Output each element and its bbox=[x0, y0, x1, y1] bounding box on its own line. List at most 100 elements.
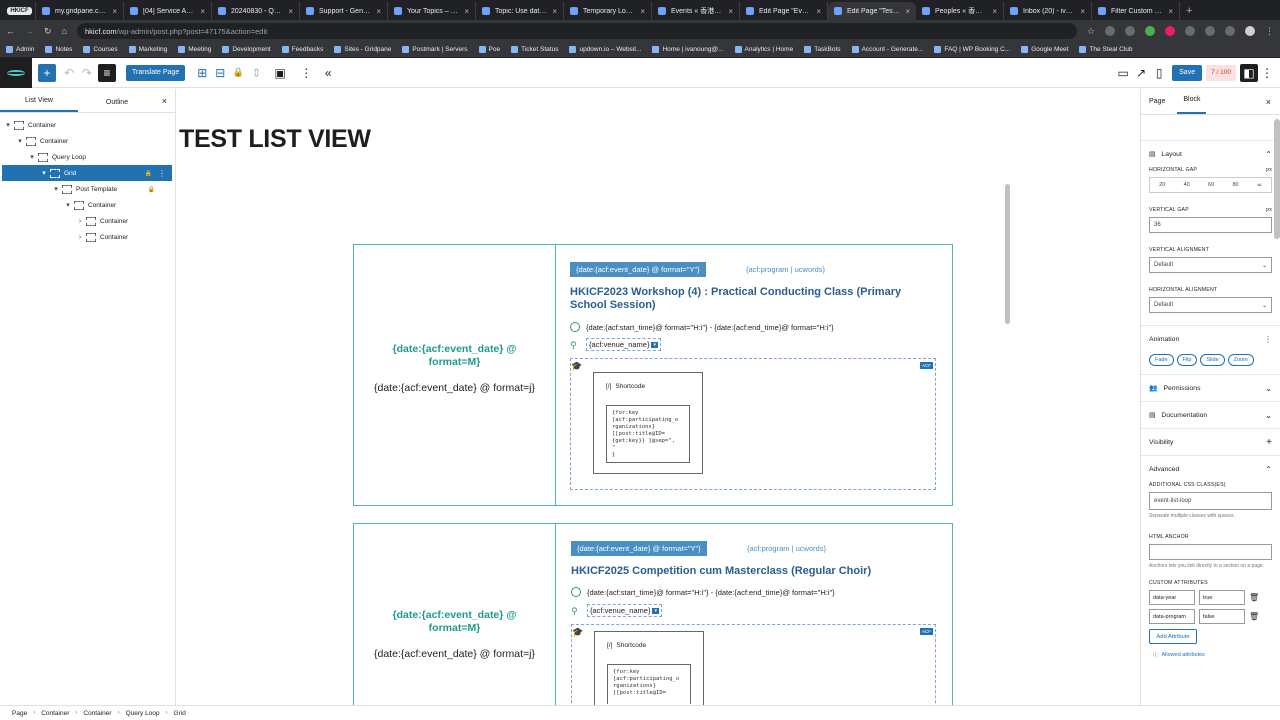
bookmark-item[interactable]: The Steal Club bbox=[1079, 46, 1132, 53]
layout-header[interactable]: ▤ Layout ⌃ bbox=[1141, 141, 1280, 167]
tree-item[interactable]: ▾ Container bbox=[0, 117, 175, 133]
trash-icon[interactable]: 🗑 bbox=[1249, 593, 1259, 602]
bookmark-item[interactable]: Home | ivanoung@... bbox=[652, 46, 724, 53]
home-icon[interactable]: ⌂ bbox=[62, 26, 67, 36]
close-icon[interactable]: × bbox=[552, 7, 557, 16]
animation-option[interactable]: Zoom bbox=[1227, 354, 1254, 366]
close-icon[interactable]: × bbox=[464, 7, 469, 16]
tab-outline[interactable]: Outline bbox=[78, 99, 156, 112]
url-field[interactable]: hkicf.com/wp-admin/post.php?post=47175&a… bbox=[76, 23, 1077, 39]
browser-tab[interactable]: Temporary Logins × bbox=[564, 2, 652, 20]
close-icon[interactable]: × bbox=[1266, 97, 1271, 107]
close-icon[interactable]: × bbox=[728, 7, 733, 16]
undo-icon[interactable]: ↶ bbox=[60, 64, 78, 82]
device-icon[interactable]: ▯ bbox=[1150, 64, 1168, 82]
extension-icon[interactable] bbox=[1165, 26, 1175, 36]
canvas-scrollbar[interactable] bbox=[1005, 184, 1010, 324]
select-parent-icon[interactable]: ▣ bbox=[271, 64, 289, 82]
extension-icon[interactable] bbox=[1185, 26, 1195, 36]
chevron-icon[interactable]: › bbox=[76, 234, 84, 241]
close-icon[interactable]: × bbox=[1168, 7, 1173, 16]
translate-page-button[interactable]: Translate Page bbox=[126, 64, 186, 81]
grid-icon[interactable]: ⊟ bbox=[211, 64, 229, 82]
browser-tab[interactable]: Filter Custom Que... × bbox=[1092, 2, 1180, 20]
blocks-icon[interactable]: ⊞ bbox=[193, 64, 211, 82]
browser-tab[interactable]: Peoples « 香港校際... × bbox=[916, 2, 1004, 20]
permissions-header[interactable]: 👥 Permissions ⌄ bbox=[1141, 375, 1280, 401]
close-icon[interactable]: × bbox=[640, 7, 645, 16]
unit-label[interactable]: px bbox=[1266, 207, 1272, 213]
browser-tab[interactable]: Support - Generate... × bbox=[300, 2, 388, 20]
close-icon[interactable]: × bbox=[1080, 7, 1085, 16]
save-button[interactable]: Save bbox=[1172, 64, 1203, 81]
add-block-button[interactable]: + bbox=[38, 63, 56, 82]
tree-item[interactable]: ▾ Post Template 🔒 bbox=[0, 181, 175, 197]
bookmark-item[interactable]: Poe bbox=[478, 46, 500, 53]
close-icon[interactable]: × bbox=[992, 7, 997, 16]
shortcode-input[interactable]: {for:key [acf:participating_o rganizatio… bbox=[606, 405, 690, 463]
page-title[interactable]: TEST LIST VIEW bbox=[179, 125, 371, 154]
bookmark-item[interactable]: Ticket Status bbox=[511, 46, 558, 53]
tab-list-view[interactable]: List View bbox=[0, 97, 78, 112]
browser-tab[interactable]: Inbox (20) - ivanou... × bbox=[1004, 2, 1092, 20]
bookmark-item[interactable]: Meeting bbox=[178, 46, 211, 53]
bookmark-item[interactable]: FAQ | WP Booking C... bbox=[934, 46, 1010, 53]
extension-icon[interactable] bbox=[1145, 26, 1155, 36]
shortcode-input[interactable]: {for:key [acf:participating_o rganizatio… bbox=[607, 664, 691, 704]
browser-tab[interactable]: [04] Service Agreem... × bbox=[124, 2, 212, 20]
animation-option[interactable]: Slide bbox=[1200, 354, 1225, 366]
bookmark-item[interactable]: Sites - Gridpane bbox=[334, 46, 391, 53]
visibility-header[interactable]: Visibility + bbox=[1141, 429, 1280, 455]
bookmark-item[interactable]: Feedbacks bbox=[281, 46, 323, 53]
sliders-icon[interactable]: ⚌ bbox=[1257, 182, 1262, 188]
animation-option[interactable]: Flip bbox=[1176, 354, 1198, 366]
chevron-icon[interactable]: ▾ bbox=[52, 185, 60, 193]
horizontal-alignment-select[interactable]: Default ⌄ bbox=[1149, 297, 1272, 313]
allowed-attributes-link[interactable]: ⓘ Allowed attributes bbox=[1141, 644, 1280, 659]
more-icon[interactable]: ⋮ bbox=[1264, 335, 1272, 344]
tree-item[interactable]: › Container bbox=[0, 213, 175, 229]
bookmark-item[interactable]: TaskBots bbox=[804, 46, 841, 53]
venue-field[interactable]: {acf:venue_name} ▾ bbox=[586, 338, 661, 351]
gap-option[interactable]: 60 bbox=[1208, 182, 1214, 188]
animation-header[interactable]: Animation ⋮ bbox=[1141, 326, 1280, 352]
redo-icon[interactable]: ↷ bbox=[78, 64, 96, 82]
breadcrumb-item[interactable]: Grid bbox=[174, 710, 186, 717]
pinned-tab[interactable]: HKICF bbox=[4, 2, 36, 20]
bookmark-item[interactable]: Account - Generate... bbox=[851, 46, 923, 53]
gap-option[interactable]: 40 bbox=[1184, 182, 1190, 188]
chevron-icon[interactable]: ▾ bbox=[16, 137, 24, 145]
tab-page[interactable]: Page bbox=[1141, 98, 1171, 114]
gap-option[interactable]: 80 bbox=[1232, 182, 1238, 188]
lock-icon[interactable]: 🔒 bbox=[229, 64, 247, 82]
close-icon[interactable]: × bbox=[200, 7, 205, 16]
browser-menu-icon[interactable]: ⋮ bbox=[1265, 26, 1274, 37]
browser-tab[interactable]: my.gridpane.com × bbox=[36, 2, 124, 20]
bookmark-item[interactable]: Marketing bbox=[128, 46, 167, 53]
external-view-icon[interactable]: ↗ bbox=[1132, 64, 1150, 82]
reload-icon[interactable]: ↻ bbox=[44, 26, 52, 37]
plus-icon[interactable]: + bbox=[1266, 437, 1272, 448]
extension-icon[interactable] bbox=[1225, 26, 1235, 36]
animation-option[interactable]: Fade bbox=[1149, 354, 1174, 366]
close-icon[interactable]: × bbox=[905, 7, 910, 16]
vertical-alignment-select[interactable]: Default ⌄ bbox=[1149, 257, 1272, 273]
gap-option[interactable]: 20 bbox=[1159, 182, 1165, 188]
breadcrumb-item[interactable]: Container bbox=[83, 710, 111, 717]
document-overview-button[interactable]: ≡ bbox=[98, 63, 116, 82]
attribute-name-input[interactable]: data-year bbox=[1149, 590, 1195, 605]
add-attribute-button[interactable]: Add Attribute bbox=[1149, 629, 1197, 644]
attribute-value-input[interactable]: true bbox=[1199, 590, 1245, 605]
close-icon[interactable]: × bbox=[816, 7, 821, 16]
html-anchor-input[interactable] bbox=[1149, 544, 1272, 560]
close-icon[interactable]: × bbox=[162, 96, 167, 106]
browser-tab[interactable]: Events « 香港校際... × bbox=[652, 2, 740, 20]
browser-tab[interactable]: 20240830 - Quotat... × bbox=[212, 2, 300, 20]
organizations-container[interactable]: 🎓 ACF [/] Shortcode {for:key [acf:partici… bbox=[571, 624, 936, 705]
back-icon[interactable]: ← bbox=[6, 26, 15, 36]
unit-label[interactable]: px bbox=[1266, 167, 1272, 173]
extension-icon[interactable] bbox=[1125, 26, 1135, 36]
forward-icon[interactable]: → bbox=[25, 26, 34, 36]
tree-item[interactable]: ▾ Grid 🔒 ⋮ bbox=[2, 165, 172, 181]
panel-scrollbar[interactable] bbox=[1274, 119, 1280, 239]
